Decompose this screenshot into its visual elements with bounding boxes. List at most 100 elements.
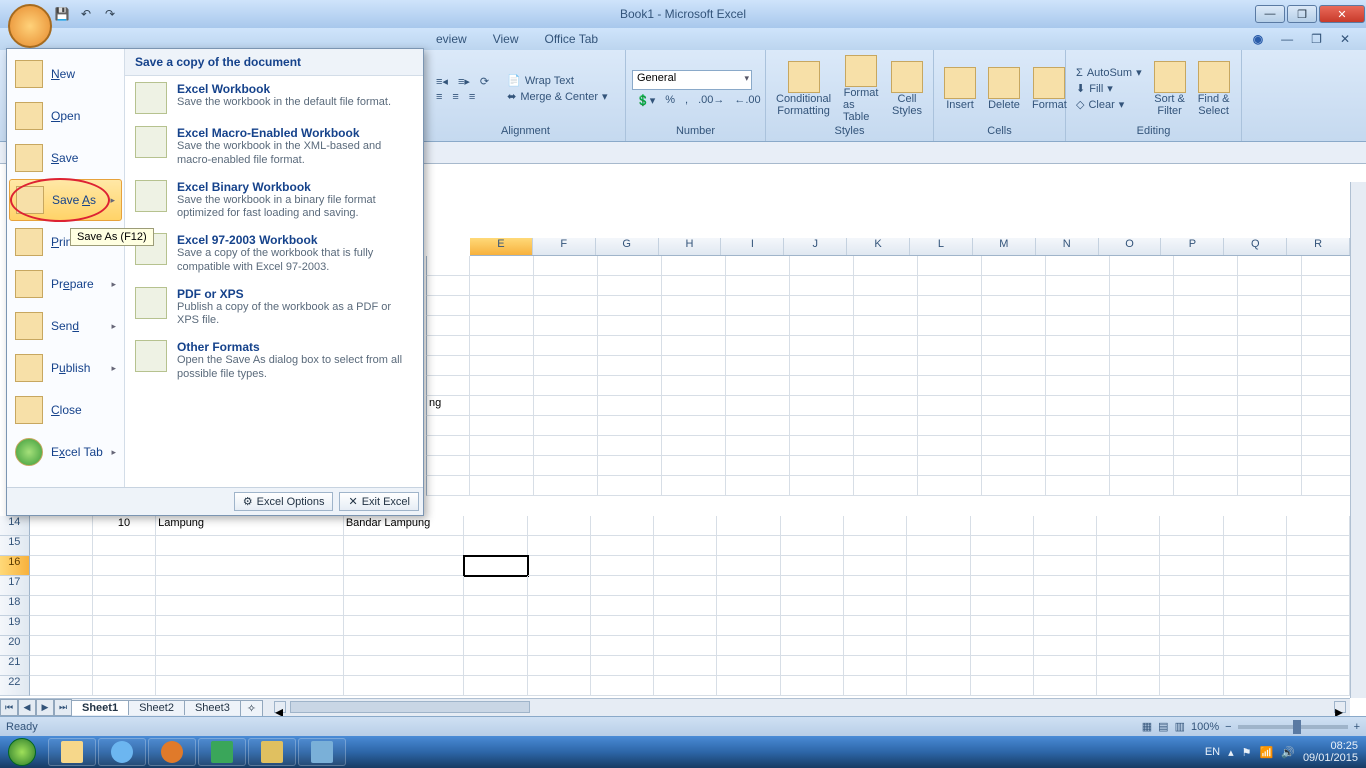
col-header[interactable]: N [1036, 238, 1099, 255]
sheet-nav-next-icon[interactable]: ▶ [36, 699, 54, 716]
tray-clock[interactable]: 08:2509/01/2015 [1303, 740, 1358, 764]
tray-volume-icon[interactable]: 🔊 [1281, 746, 1295, 759]
sheet-nav-prev-icon[interactable]: ◀ [18, 699, 36, 716]
align-right-icon[interactable]: ≡ [465, 90, 479, 104]
doc-close-icon[interactable]: ✕ [1334, 30, 1356, 48]
row-header[interactable]: 21 [0, 656, 30, 676]
doc-restore-icon[interactable]: ❐ [1305, 30, 1328, 48]
menu-save[interactable]: Save [7, 137, 124, 179]
cell-c14[interactable]: Lampung [156, 516, 344, 536]
saveas-xlsx[interactable]: Excel WorkbookSave the workbook in the d… [125, 76, 423, 120]
cell-b14[interactable]: 10 [93, 516, 156, 536]
tab-view[interactable]: View [487, 30, 525, 48]
orientation-icon[interactable]: ⟳ [476, 74, 493, 89]
insert-cells-button[interactable]: Insert [940, 65, 980, 113]
col-header[interactable]: J [784, 238, 847, 255]
menu-prepare[interactable]: Prepare▸ [7, 263, 124, 305]
zoom-slider[interactable] [1238, 725, 1348, 729]
cell-d14[interactable]: Bandar Lampung [344, 516, 465, 536]
tray-lang[interactable]: EN [1205, 746, 1220, 758]
new-sheet-icon[interactable]: ✧ [240, 700, 263, 716]
row-header[interactable]: 18 [0, 596, 30, 616]
tab-review[interactable]: eview [430, 30, 473, 48]
saveas-xlsb[interactable]: Excel Binary WorkbookSave the workbook i… [125, 174, 423, 228]
saveas-pdf[interactable]: PDF or XPSPublish a copy of the workbook… [125, 281, 423, 335]
fill-button[interactable]: ⬇ Fill ▾ [1072, 81, 1146, 96]
qat-undo-icon[interactable]: ↶ [76, 4, 96, 24]
ribbon-min-icon[interactable]: — [1275, 30, 1299, 48]
sheet-nav-first-icon[interactable]: ⏮ [0, 699, 18, 716]
saveas-other[interactable]: Other FormatsOpen the Save As dialog box… [125, 334, 423, 388]
find-select-button[interactable]: Find &Select [1194, 59, 1234, 119]
col-header[interactable]: Q [1224, 238, 1287, 255]
vertical-scrollbar[interactable] [1350, 182, 1366, 698]
inc-decimal-icon[interactable]: .00→ [694, 93, 728, 108]
tray-network-icon[interactable]: 📶 [1260, 746, 1274, 759]
row-header[interactable]: 15 [0, 536, 30, 556]
delete-cells-button[interactable]: Delete [984, 65, 1024, 113]
format-cells-button[interactable]: Format [1028, 65, 1071, 113]
menu-publish[interactable]: Publish▸ [7, 347, 124, 389]
indent-dec-icon[interactable]: ≡◂ [432, 74, 452, 89]
format-as-table-button[interactable]: Formatas Table [839, 53, 883, 125]
menu-excel-tab[interactable]: Excel Tab▸ [7, 431, 124, 473]
tray-show-hidden-icon[interactable]: ▴ [1228, 746, 1234, 759]
qat-redo-icon[interactable]: ↷ [100, 4, 120, 24]
taskbar-photos[interactable] [298, 738, 346, 766]
excel-options-button[interactable]: ⚙ Excel Options [234, 492, 334, 511]
menu-save-as[interactable]: Save As▸ [9, 179, 122, 221]
row-header-16[interactable]: 16 [0, 556, 30, 576]
minimize-button[interactable]: — [1255, 5, 1285, 23]
currency-icon[interactable]: 💲▾ [632, 93, 659, 108]
taskbar-ie[interactable] [98, 738, 146, 766]
indent-inc-icon[interactable]: ≡▸ [454, 74, 474, 89]
view-layout-icon[interactable]: ▤ [1158, 720, 1168, 733]
close-button[interactable]: ✕ [1319, 5, 1365, 23]
sheet-nav-last-icon[interactable]: ⏭ [54, 699, 72, 716]
col-header[interactable]: O [1099, 238, 1162, 255]
taskbar-explorer[interactable] [48, 738, 96, 766]
autosum-button[interactable]: Σ AutoSum ▾ [1072, 65, 1146, 80]
wrap-text-button[interactable]: 📄 Wrap Text [503, 73, 611, 88]
row-header[interactable]: 17 [0, 576, 30, 596]
office-button[interactable] [8, 4, 52, 48]
col-header[interactable]: H [659, 238, 722, 255]
col-header[interactable]: I [721, 238, 784, 255]
align-left-icon[interactable]: ≡ [432, 90, 446, 104]
row-header[interactable]: 20 [0, 636, 30, 656]
col-header[interactable]: L [910, 238, 973, 255]
cell-styles-button[interactable]: CellStyles [887, 59, 927, 119]
maximize-button[interactable]: ❐ [1287, 5, 1317, 23]
col-header[interactable]: R [1287, 238, 1350, 255]
align-center-icon[interactable]: ≡ [448, 90, 462, 104]
comma-icon[interactable]: , [681, 93, 692, 108]
zoom-out-icon[interactable]: − [1225, 721, 1231, 733]
taskbar-firefox[interactable] [148, 738, 196, 766]
saveas-xlsm[interactable]: Excel Macro-Enabled WorkbookSave the wor… [125, 120, 423, 174]
taskbar-excel[interactable] [198, 738, 246, 766]
tab-officetab[interactable]: Office Tab [538, 30, 604, 48]
cell-d[interactable]: ng [426, 396, 470, 416]
sheet-tab-1[interactable]: Sheet1 [71, 700, 129, 715]
view-normal-icon[interactable]: ▦ [1142, 720, 1152, 733]
exit-excel-button[interactable]: ✕ Exit Excel [339, 492, 419, 511]
col-header[interactable]: M [973, 238, 1036, 255]
row-header[interactable]: 19 [0, 616, 30, 636]
percent-icon[interactable]: % [661, 93, 679, 108]
col-header[interactable]: P [1161, 238, 1224, 255]
sheet-tab-3[interactable]: Sheet3 [184, 700, 241, 715]
view-break-icon[interactable]: ▥ [1175, 720, 1185, 733]
dec-decimal-icon[interactable]: ←.00 [730, 93, 764, 108]
taskbar-paint[interactable] [248, 738, 296, 766]
menu-close[interactable]: Close [7, 389, 124, 431]
col-header[interactable]: K [847, 238, 910, 255]
zoom-in-icon[interactable]: + [1354, 721, 1360, 733]
horizontal-scrollbar[interactable]: ◂▸ [270, 698, 1350, 716]
clear-button[interactable]: ◇ Clear ▾ [1072, 97, 1146, 112]
zoom-level[interactable]: 100% [1191, 721, 1219, 733]
tray-flag-icon[interactable]: ⚑ [1242, 746, 1252, 759]
col-header-e[interactable]: E [470, 238, 533, 255]
start-button[interactable] [0, 736, 44, 768]
sheet-tab-2[interactable]: Sheet2 [128, 700, 185, 715]
col-header[interactable]: F [533, 238, 596, 255]
